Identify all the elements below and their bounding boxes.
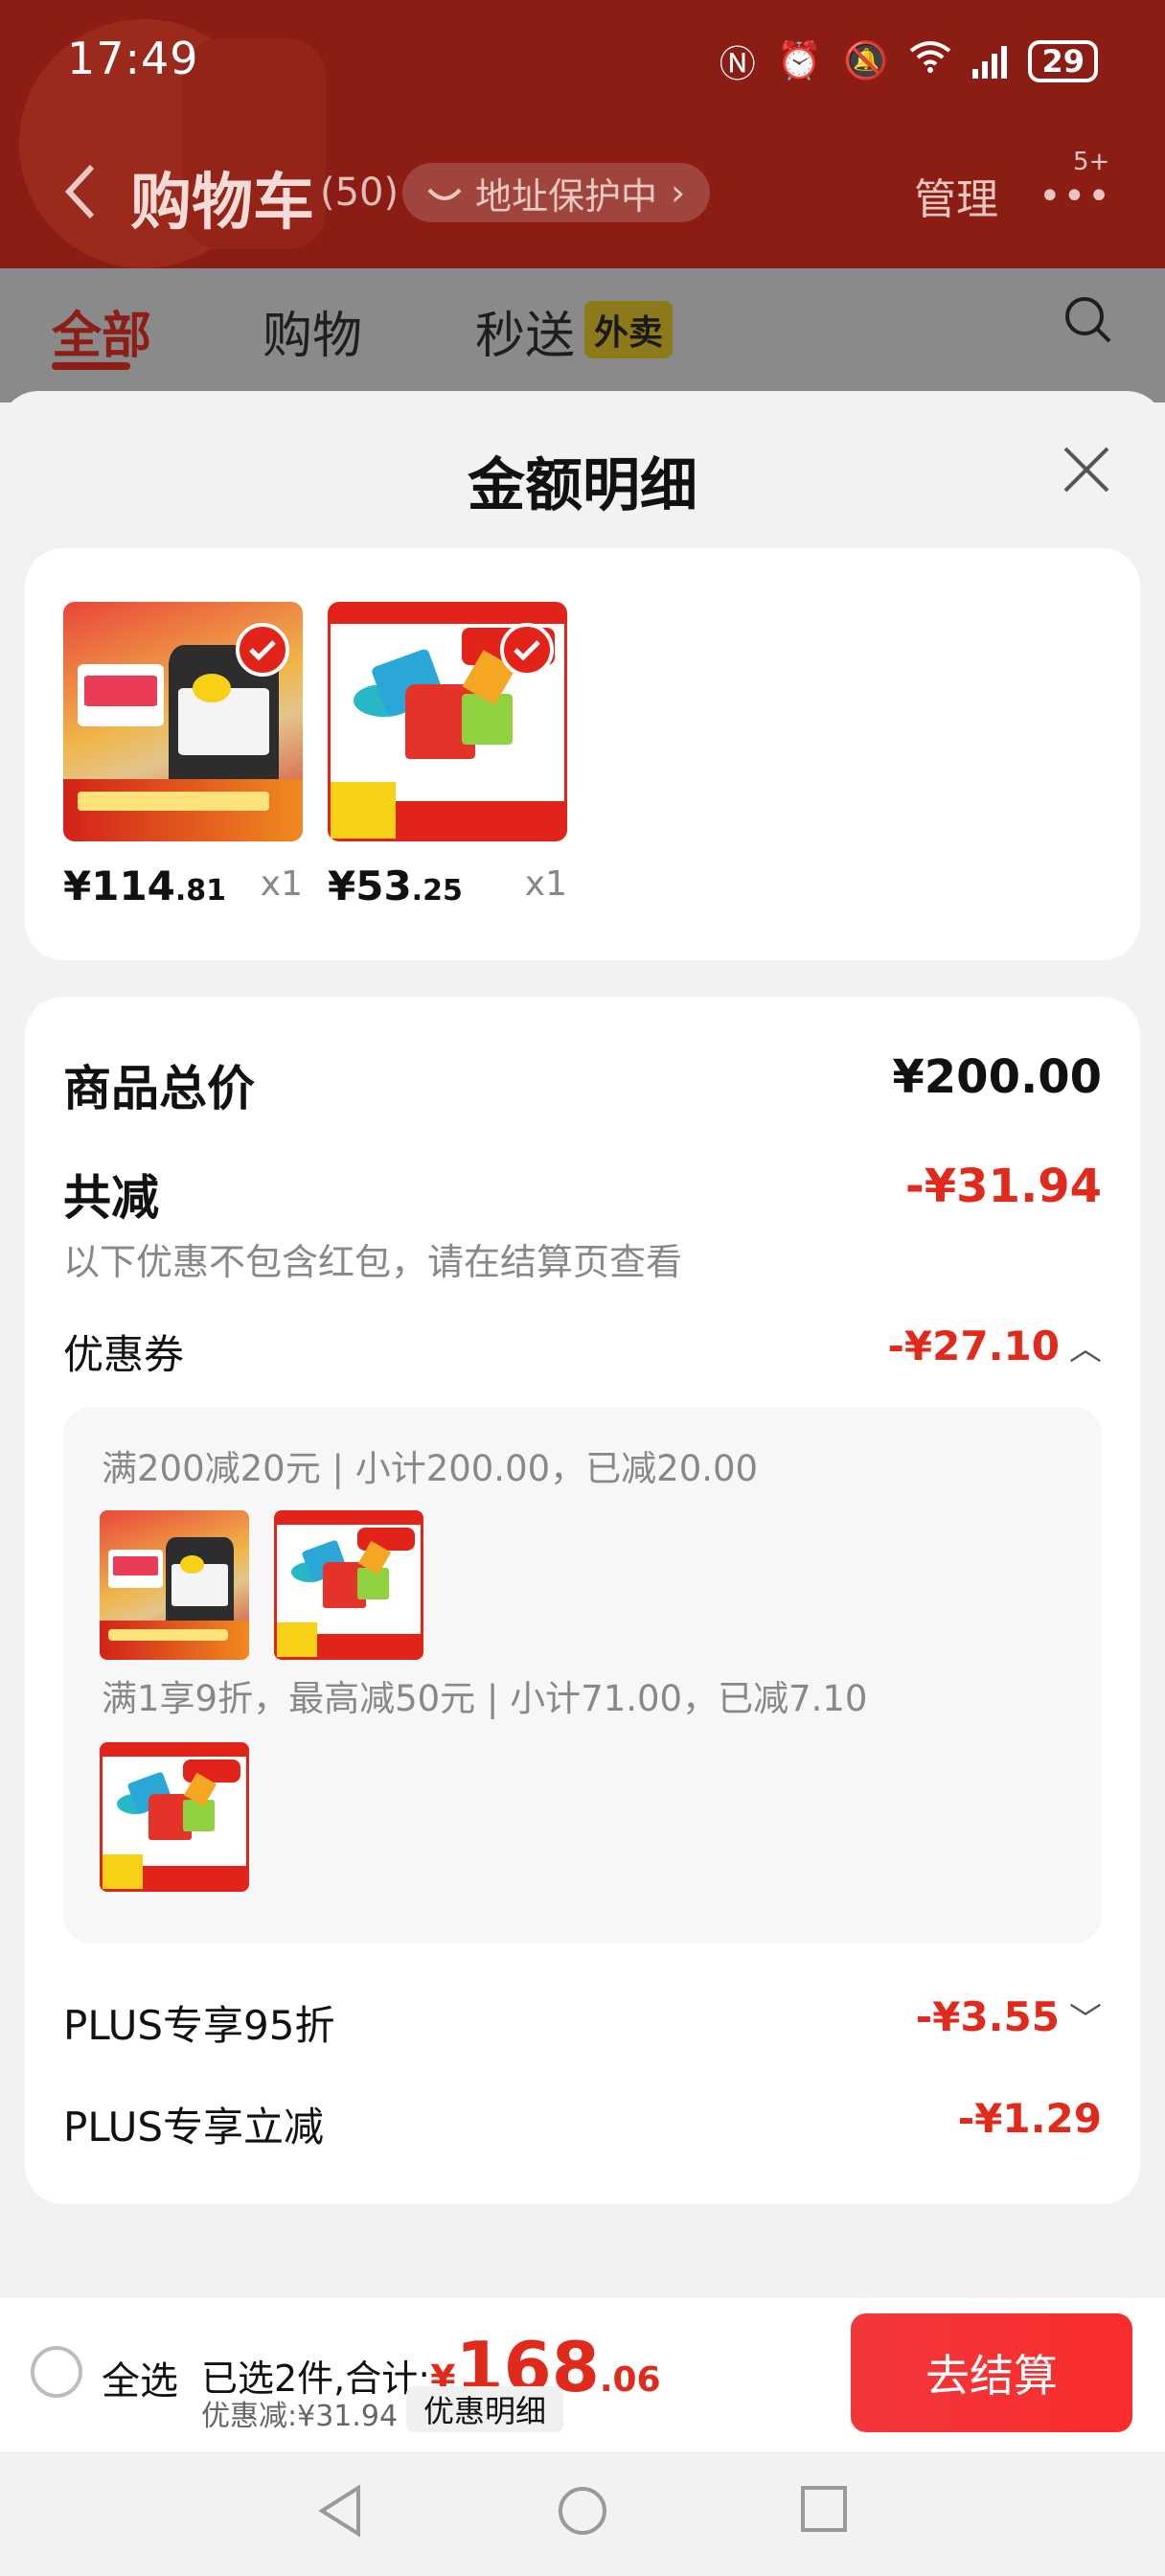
product-image bbox=[328, 602, 567, 841]
amount-detail-sheet: 金额明细 ¥114.81 x1 ¥53.25 x1 商品总价 ¥200.00 共… bbox=[0, 391, 1165, 2298]
product-image bbox=[63, 602, 303, 841]
tab-active-indicator bbox=[52, 362, 130, 370]
address-pill-label: 地址保护中 bbox=[475, 174, 658, 218]
system-navigation-bar bbox=[0, 2451, 1165, 2576]
coupon-row[interactable]: 优惠券 -¥27.10 ︿ bbox=[63, 1322, 1102, 1380]
sheet-title: 金额明细 bbox=[468, 452, 697, 519]
plus-cut-label: PLUS专享立减 bbox=[63, 2104, 325, 2150]
checkout-button[interactable]: 去结算 bbox=[851, 2313, 1132, 2432]
search-icon[interactable] bbox=[1062, 293, 1115, 351]
coupon-rule-line: 满1享9折，最高减50元 | 小计71.00，已减7.10 bbox=[102, 1678, 868, 1719]
reduction-note: 以下优惠不包含红包，请在结算页查看 bbox=[63, 1241, 683, 1283]
coupon-rule-line: 满200减20元 | 小计200.00，已减20.00 bbox=[102, 1448, 759, 1489]
checkout-bar: 全选 已选2件,合计:¥168.06 优惠减:¥31.94 优惠明细 去结算 bbox=[0, 2298, 1165, 2451]
plus-95-value: -¥3.55 ﹀ bbox=[915, 1993, 1102, 2040]
chevron-down-icon: ﹀ bbox=[1069, 2001, 1102, 2039]
nav-home-icon[interactable] bbox=[556, 2484, 609, 2538]
total-price-row: 商品总价 ¥200.00 bbox=[63, 1050, 1102, 1117]
alarm-icon: ⏰ bbox=[776, 39, 823, 81]
product-item[interactable]: ¥53.25 x1 bbox=[328, 602, 567, 909]
total-reduction-label: 共减 bbox=[63, 1170, 159, 1226]
mute-icon: 🔕 bbox=[843, 39, 889, 81]
product-thumbnail bbox=[274, 1510, 423, 1660]
cart-count: (50) bbox=[320, 171, 400, 215]
product-thumbnail bbox=[100, 1742, 249, 1892]
product-item[interactable]: ¥114.81 x1 bbox=[63, 602, 303, 909]
product-quantity: x1 bbox=[524, 864, 567, 904]
selected-products-card: ¥114.81 x1 ¥53.25 x1 bbox=[25, 548, 1140, 960]
cart-header: 17:49 Ⓝ ⏰ 🔕 29 购物车 (50) 地址保护中 › 管理 ••• 5… bbox=[0, 0, 1165, 268]
coupon-value: -¥27.10 ︿ bbox=[887, 1322, 1102, 1369]
wifi-icon bbox=[909, 39, 951, 82]
tab-shopping[interactable]: 购物 bbox=[263, 295, 362, 367]
signal-icon bbox=[972, 44, 1008, 79]
product-quantity: x1 bbox=[260, 864, 303, 904]
shield-smile-icon bbox=[427, 172, 462, 214]
total-price-value: ¥200.00 bbox=[892, 1050, 1102, 1104]
cart-nav-row: 购物车 (50) 地址保护中 › 管理 ••• 5+ bbox=[0, 148, 1165, 240]
discount-summary: 优惠减:¥31.94 bbox=[201, 2400, 399, 2433]
battery-indicator: 29 bbox=[1028, 39, 1098, 82]
plus-95-discount-row[interactable]: PLUS专享95折 -¥3.55 ﹀ bbox=[63, 1993, 1102, 2051]
total-reduction-value: -¥31.94 bbox=[904, 1160, 1102, 1213]
coupon-label: 优惠券 bbox=[63, 1331, 185, 1378]
back-icon[interactable] bbox=[63, 163, 98, 235]
select-all-radio[interactable] bbox=[31, 2346, 82, 2398]
plus-instant-cut-row: PLUS专享立减 -¥1.29 bbox=[63, 2095, 1102, 2152]
product-price: ¥53.25 bbox=[328, 862, 463, 909]
nfc-icon: Ⓝ bbox=[719, 43, 756, 85]
discount-detail-button[interactable]: 优惠明细 bbox=[406, 2386, 564, 2432]
close-icon[interactable] bbox=[1058, 441, 1115, 498]
coupon-detail-box: 满200减20元 | 小计200.00，已减20.00 满1享9折，最高减50元… bbox=[63, 1407, 1102, 1944]
chevron-up-icon: ︿ bbox=[1069, 1330, 1102, 1368]
plus-95-label: PLUS专享95折 bbox=[63, 2002, 335, 2049]
nav-back-icon[interactable] bbox=[316, 2484, 364, 2538]
status-bar: 17:49 Ⓝ ⏰ 🔕 29 bbox=[0, 0, 1165, 115]
product-price: ¥114.81 bbox=[63, 862, 227, 909]
more-badge: 5+ bbox=[1073, 148, 1110, 176]
checkmark-icon bbox=[236, 623, 289, 677]
more-icon[interactable]: ••• bbox=[1039, 174, 1112, 218]
plus-cut-value: -¥1.29 bbox=[957, 2095, 1102, 2142]
total-price-label: 商品总价 bbox=[63, 1061, 255, 1116]
manage-button[interactable]: 管理 bbox=[914, 165, 998, 226]
product-thumbnail bbox=[100, 1510, 249, 1660]
total-reduction-row: 共减 -¥31.94 bbox=[63, 1160, 1102, 1227]
checkmark-icon bbox=[500, 623, 554, 677]
tab-instant-delivery[interactable]: 秒送 bbox=[475, 295, 575, 367]
address-protection-pill[interactable]: 地址保护中 › bbox=[402, 163, 711, 222]
takeout-badge: 外卖 bbox=[584, 301, 674, 358]
price-breakdown-card: 商品总价 ¥200.00 共减 -¥31.94 以下优惠不包含红包，请在结算页查… bbox=[25, 997, 1140, 2204]
chevron-right-icon: › bbox=[671, 172, 686, 214]
page-title: 购物车 bbox=[130, 168, 314, 239]
nav-recents-icon[interactable] bbox=[799, 2484, 849, 2534]
status-icons: Ⓝ ⏰ 🔕 29 bbox=[720, 34, 1098, 87]
tab-all[interactable]: 全部 bbox=[52, 295, 151, 367]
select-all-label[interactable]: 全选 bbox=[102, 2350, 178, 2405]
cart-tabs: 全部 购物 秒送 外卖 bbox=[0, 268, 1165, 402]
status-time: 17:49 bbox=[67, 33, 199, 84]
